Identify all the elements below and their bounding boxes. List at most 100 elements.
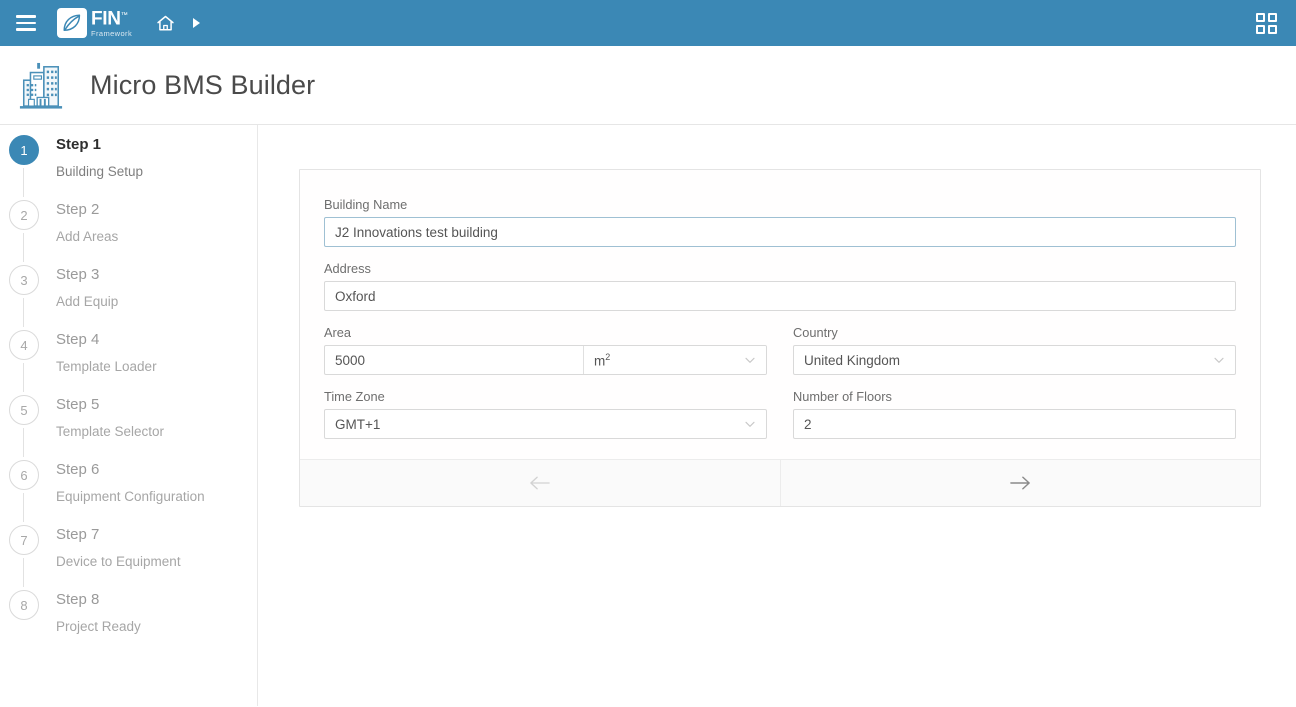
area-unit-value: m2: [594, 352, 744, 369]
arrow-right-icon: [1009, 476, 1030, 490]
fin-logo-primary-text: FIN™: [91, 7, 132, 30]
step-title[interactable]: Step 4: [56, 327, 257, 349]
step-subtitle[interactable]: Device to Equipment: [56, 544, 257, 570]
area-value-input[interactable]: [325, 346, 583, 374]
apps-grid-cell: [1255, 24, 1265, 34]
time-zone-field: Time Zone GMT+1: [324, 389, 767, 439]
sidebar-step-6[interactable]: 6 Step 6 Equipment Configuration: [0, 457, 257, 522]
sidebar-step-5[interactable]: 5 Step 5 Template Selector: [0, 392, 257, 457]
step-subtitle[interactable]: Add Equip: [56, 284, 257, 310]
chevron-down-icon: [744, 418, 756, 430]
page-body: 1 Step 1 Building Setup 2 Step 2 Add Are…: [0, 125, 1296, 706]
step-number-badge[interactable]: 3: [9, 265, 39, 295]
step-subtitle[interactable]: Equipment Configuration: [56, 479, 257, 505]
step-connector-line: [23, 558, 24, 587]
apps-grid-cell: [1255, 12, 1265, 22]
step-title[interactable]: Step 7: [56, 522, 257, 544]
fin-leaf-glyph: [63, 14, 81, 32]
building-name-field: Building Name: [324, 197, 1236, 247]
wizard-navigation-footer: [300, 459, 1260, 506]
step-subtitle[interactable]: Template Selector: [56, 414, 257, 440]
building-name-label: Building Name: [324, 197, 408, 212]
area-unit-base: m: [594, 353, 606, 369]
step-title[interactable]: Step 3: [56, 262, 257, 284]
step-subtitle[interactable]: Project Ready: [56, 609, 257, 635]
hamburger-menu-icon[interactable]: [9, 6, 43, 40]
step-connector-line: [23, 233, 24, 262]
address-label: Address: [324, 261, 371, 276]
area-country-row: Area m2 Country: [324, 325, 1236, 375]
area-input-group: m2: [324, 345, 767, 375]
step-title[interactable]: Step 2: [56, 197, 257, 219]
topbar-left-group: FIN™ Framework: [9, 6, 210, 40]
page-title: Micro BMS Builder: [90, 69, 316, 100]
chevron-down-icon: [1213, 354, 1225, 366]
sidebar-step-3[interactable]: 3 Step 3 Add Equip: [0, 262, 257, 327]
fin-logo-wordmark: FIN™ Framework: [91, 7, 132, 38]
step-connector-line: [23, 428, 24, 457]
apps-grid-cell: [1267, 12, 1277, 22]
step-subtitle[interactable]: Template Loader: [56, 349, 257, 375]
step-title[interactable]: Step 8: [56, 587, 257, 609]
hamburger-bar: [16, 21, 36, 25]
address-field: Address: [324, 261, 1236, 311]
trademark-symbol: ™: [120, 12, 128, 20]
caret-right-icon: [192, 18, 200, 28]
area-field: Area m2: [324, 325, 767, 375]
previous-step-button[interactable]: [300, 460, 781, 506]
fin-framework-logo[interactable]: FIN™ Framework: [57, 7, 132, 38]
sidebar-step-1[interactable]: 1 Step 1 Building Setup: [0, 132, 257, 197]
country-label: Country: [793, 325, 838, 340]
building-setup-form: Building Name Address Area m2: [300, 170, 1260, 459]
top-navigation-bar: FIN™ Framework: [0, 0, 1296, 46]
country-select[interactable]: United Kingdom: [793, 345, 1236, 375]
hamburger-bar: [16, 15, 36, 18]
time-zone-label: Time Zone: [324, 389, 385, 404]
step-number-badge[interactable]: 4: [9, 330, 39, 360]
building-icon: [19, 62, 63, 109]
timezone-floors-row: Time Zone GMT+1 Number of Floors: [324, 389, 1236, 439]
sidebar-step-8[interactable]: 8 Step 8 Project Ready: [0, 587, 257, 652]
time-zone-select[interactable]: GMT+1: [324, 409, 767, 439]
sidebar-step-2[interactable]: 2 Step 2 Add Areas: [0, 197, 257, 262]
sidebar-step-4[interactable]: 4 Step 4 Template Loader: [0, 327, 257, 392]
step-subtitle[interactable]: Building Setup: [56, 154, 257, 180]
nav-expand-button[interactable]: [182, 6, 210, 40]
step-number-badge[interactable]: 5: [9, 395, 39, 425]
chevron-down-icon: [744, 354, 756, 366]
step-number-badge[interactable]: 2: [9, 200, 39, 230]
home-button[interactable]: [148, 6, 182, 40]
topbar-right-group: [1249, 6, 1283, 40]
building-setup-card: Building Name Address Area m2: [299, 169, 1261, 507]
step-number-badge[interactable]: 7: [9, 525, 39, 555]
area-unit-select[interactable]: m2: [583, 346, 766, 374]
step-title[interactable]: Step 5: [56, 392, 257, 414]
step-connector-line: [23, 168, 24, 197]
step-connector-line: [23, 298, 24, 327]
step-number-badge[interactable]: 1: [9, 135, 39, 165]
apps-grid-icon: [1255, 12, 1277, 34]
apps-grid-cell: [1267, 24, 1277, 34]
main-content: Building Name Address Area m2: [258, 125, 1296, 706]
number-of-floors-input[interactable]: [793, 409, 1236, 439]
step-subtitle[interactable]: Add Areas: [56, 219, 257, 245]
number-of-floors-field: Number of Floors: [793, 389, 1236, 439]
step-number-badge[interactable]: 8: [9, 590, 39, 620]
step-number-badge[interactable]: 6: [9, 460, 39, 490]
step-connector-line: [23, 363, 24, 392]
building-name-input[interactable]: [324, 217, 1236, 247]
fin-logo-primary-label: FIN: [91, 8, 121, 30]
country-field: Country United Kingdom: [793, 325, 1236, 375]
area-label: Area: [324, 325, 352, 340]
time-zone-selected-value: GMT+1: [335, 416, 381, 432]
address-input[interactable]: [324, 281, 1236, 311]
arrow-left-icon: [530, 476, 551, 490]
apps-launcher-button[interactable]: [1249, 6, 1283, 40]
sidebar-step-7[interactable]: 7 Step 7 Device to Equipment: [0, 522, 257, 587]
hamburger-bar: [16, 28, 36, 31]
step-title[interactable]: Step 6: [56, 457, 257, 479]
steps-sidebar: 1 Step 1 Building Setup 2 Step 2 Add Are…: [0, 125, 258, 706]
step-title[interactable]: Step 1: [56, 132, 257, 154]
number-of-floors-label: Number of Floors: [793, 389, 892, 404]
next-step-button[interactable]: [781, 460, 1261, 506]
